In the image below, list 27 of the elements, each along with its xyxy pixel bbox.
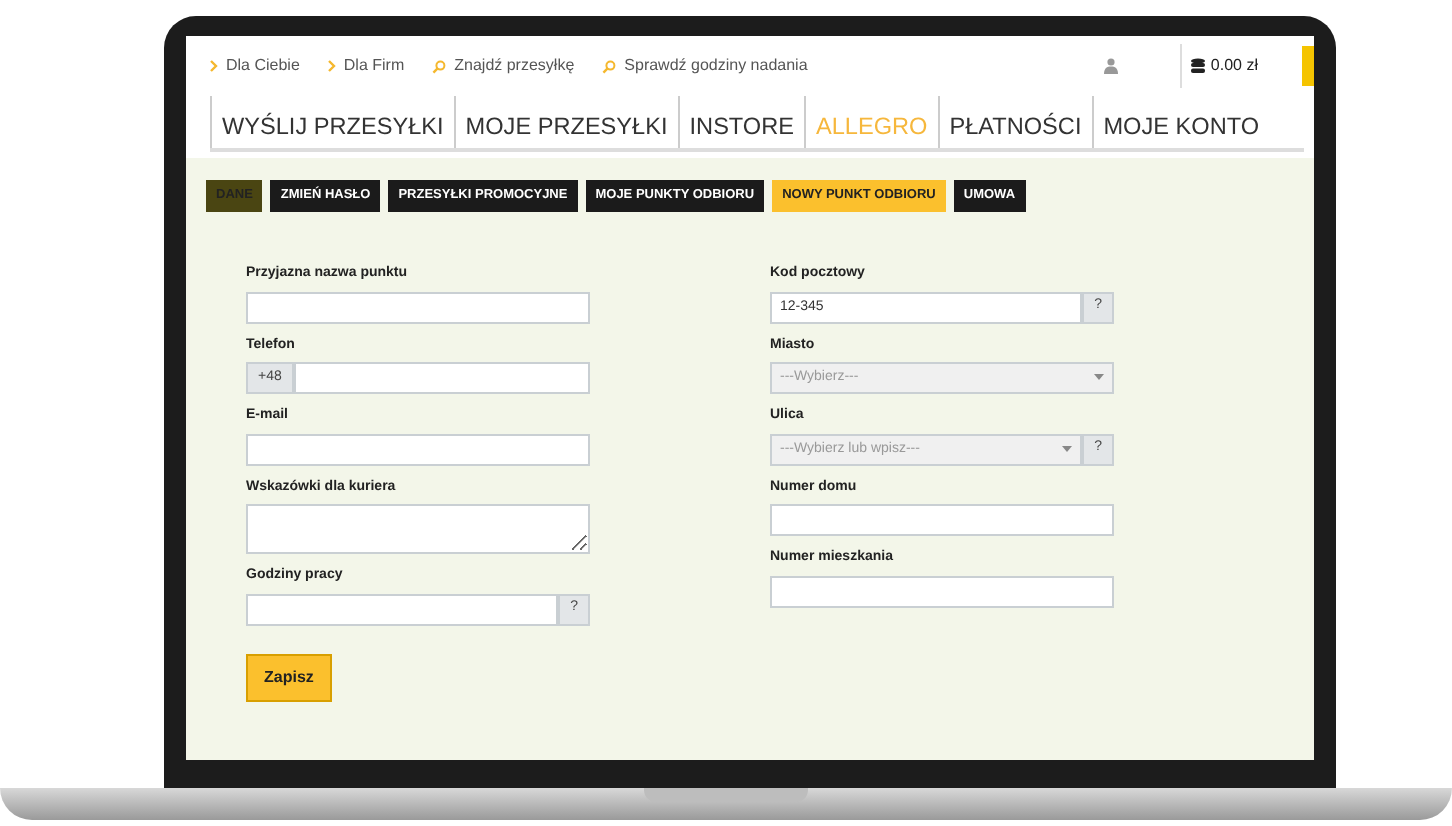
top-link[interactable]: Dla Firm xyxy=(343,54,405,78)
nav-tab[interactable]: WYŚLIJ PRZESYŁKI xyxy=(210,96,454,148)
balance-amount: 0.00 zł xyxy=(1210,54,1258,78)
chevron-icon xyxy=(210,60,218,72)
side-tab[interactable] xyxy=(1302,46,1314,86)
input-field[interactable] xyxy=(246,433,590,465)
input-field[interactable] xyxy=(246,593,559,625)
top-link[interactable]: Sprawdź godziny nadania xyxy=(624,54,808,78)
caret-icon xyxy=(1094,374,1104,380)
search-icon xyxy=(432,59,447,73)
text-area[interactable] xyxy=(246,504,590,554)
coins-icon xyxy=(1190,58,1207,74)
top-link[interactable]: Dla Ciebie xyxy=(226,54,300,78)
save-button[interactable]: Zapisz xyxy=(246,653,332,701)
caret-icon xyxy=(1062,445,1073,451)
nav-tab[interactable]: INSTORE xyxy=(677,96,804,148)
chevron-icon xyxy=(327,60,336,72)
nav-tab[interactable]: PŁATNOŚCI xyxy=(937,96,1092,148)
nav-tab[interactable]: MOJE PRZESYŁKI xyxy=(453,96,678,148)
top-link[interactable]: Znajdź przesyłkę xyxy=(454,54,575,78)
nav-tab[interactable]: MOJE KONTO xyxy=(1091,96,1270,148)
input-field[interactable] xyxy=(770,504,1114,536)
input-field[interactable] xyxy=(770,575,1114,607)
input-field[interactable] xyxy=(293,362,590,394)
user-icon[interactable] xyxy=(1103,58,1118,74)
input-field[interactable] xyxy=(246,291,590,323)
search-icon xyxy=(602,59,617,73)
